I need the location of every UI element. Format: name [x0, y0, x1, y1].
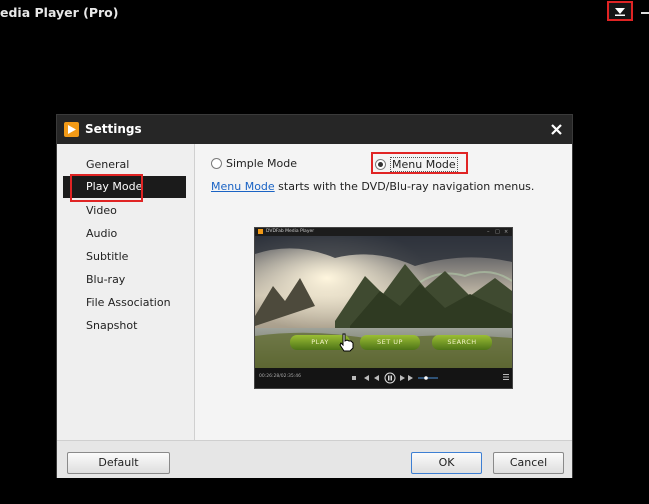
play-mode-panel: Simple Mode Menu Mode Menu Mode starts w…: [195, 144, 572, 440]
radio-checked-icon: [375, 159, 386, 170]
nav-item-general[interactable]: General: [63, 154, 186, 176]
cancel-button[interactable]: Cancel: [493, 452, 564, 474]
play-logo-icon: [64, 122, 79, 137]
preview-minimize-icon: –: [487, 229, 490, 235]
preview-time: 00:26:28/02:35:46: [259, 374, 301, 379]
menu-toggle-button[interactable]: [607, 1, 633, 21]
preview-search-button: SEARCH: [432, 335, 492, 350]
nav-item-play-mode[interactable]: Play Mode: [63, 176, 186, 198]
preview-playback-controls: [352, 372, 438, 384]
menu-mode-label: Menu Mode: [390, 157, 458, 172]
close-icon: [550, 123, 562, 135]
app-title: edia Player (Pro): [0, 5, 119, 20]
nav-item-audio[interactable]: Audio: [63, 223, 186, 245]
settings-dialog: Settings General Play Mode Video Audio S…: [56, 114, 573, 478]
mode-description: Menu Mode starts with the DVD/Blu-ray na…: [211, 180, 534, 193]
radio-unchecked-icon: [211, 158, 222, 169]
preview-logo-icon: [258, 229, 263, 234]
dialog-footer: Default OK Cancel: [57, 440, 572, 478]
default-button[interactable]: Default: [67, 452, 170, 474]
preview-maximize-icon: □: [495, 229, 500, 235]
hand-cursor-icon: [339, 333, 354, 352]
minimize-button[interactable]: [641, 12, 649, 14]
dialog-title: Settings: [85, 122, 142, 136]
preview-close-icon: ×: [504, 229, 509, 235]
nav-item-subtitle[interactable]: Subtitle: [63, 246, 186, 268]
preview-control-bar: 00:26:28/02:35:46: [255, 368, 512, 388]
nav-item-blu-ray[interactable]: Blu-ray: [63, 269, 186, 291]
menu-mode-radio[interactable]: Menu Mode: [375, 157, 458, 172]
simple-mode-label: Simple Mode: [226, 157, 298, 170]
menu-mode-preview: DVDFab Media Player – □ × PLAY SET UP SE…: [254, 227, 513, 389]
preview-titlebar: DVDFab Media Player – □ ×: [255, 228, 512, 236]
dialog-titlebar: Settings: [57, 115, 572, 144]
preview-window-title: DVDFab Media Player: [266, 229, 315, 234]
triangle-down-icon: [615, 8, 625, 16]
preview-setup-button: SET UP: [360, 335, 420, 350]
nav-item-snapshot[interactable]: Snapshot: [63, 315, 186, 337]
preview-menu-icon: [503, 374, 509, 380]
description-text: starts with the DVD/Blu-ray navigation m…: [274, 180, 535, 193]
close-button[interactable]: [548, 121, 564, 137]
simple-mode-radio[interactable]: Simple Mode: [211, 157, 297, 170]
nav-item-file-association[interactable]: File Association: [63, 292, 186, 314]
menu-mode-link[interactable]: Menu Mode: [211, 180, 275, 193]
ok-button[interactable]: OK: [411, 452, 482, 474]
nav-item-video[interactable]: Video: [63, 200, 186, 222]
settings-nav: General Play Mode Video Audio Subtitle B…: [57, 144, 195, 440]
